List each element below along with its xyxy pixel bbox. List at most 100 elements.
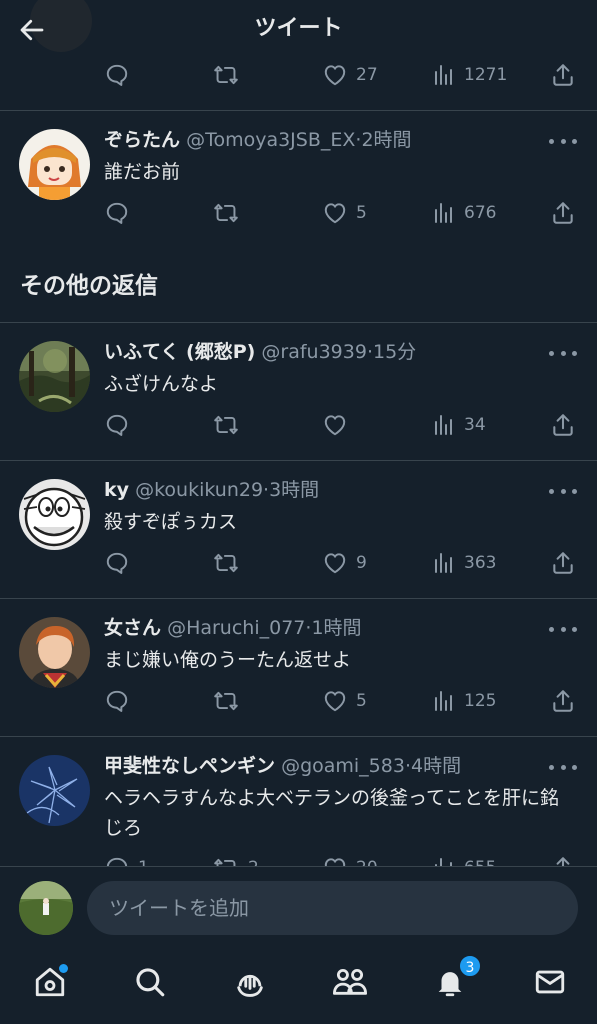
views-button[interactable]: 1271 [432,60,507,90]
views-button[interactable]: 363 [432,548,496,578]
handle[interactable]: @goami_583 [281,755,405,777]
nav-notifications[interactable]: 3 [430,954,482,1002]
timestamp[interactable]: 3時間 [269,479,319,501]
handle[interactable]: @rafu3939 [261,341,367,363]
handle[interactable]: @koukikun29 [135,479,263,501]
section-title: その他の返信 [20,273,158,299]
my-avatar-icon [19,881,73,935]
share-button[interactable] [550,60,576,90]
tweet-text: ふざけんなよ [104,373,219,395]
tweet-header: ぞらたん @Tomoya3JSB_EX·2時間 [104,126,537,154]
like-icon [322,688,348,714]
like-button[interactable]: 9 [322,548,367,578]
umaru-avatar-icon [19,129,90,200]
views-icon [432,689,456,713]
avatar[interactable] [19,755,90,826]
communities-icon [332,968,367,995]
tweet-text: まじ嫌い俺のうーたん返せよ [104,649,352,671]
avatar[interactable] [19,129,90,200]
share-button[interactable] [550,198,576,228]
handle[interactable]: @Tomoya3JSB_EX [186,129,355,151]
reply-tweet[interactable]: いふてく (郷愁P) @rafu3939·15分 ふざけんなよ 34 [0,323,597,461]
more-options-button[interactable] [549,343,577,363]
avatar[interactable] [19,341,90,412]
share-button[interactable] [550,686,576,716]
retweet-button[interactable] [212,60,248,90]
tweet-text: ヘラヘラすんなよ大ベテランの後釜ってことを肝に銘じろ [104,787,560,839]
share-icon [550,62,576,88]
reply-icon [104,62,130,88]
blue-lily-avatar-icon [19,755,90,826]
nav-home[interactable] [30,962,70,1002]
display-name[interactable]: いふてく (郷愁P) [104,341,255,363]
more-options-button[interactable] [549,131,577,151]
spaces-icon [237,974,263,997]
timestamp[interactable]: 1時間 [311,617,361,639]
display-name[interactable]: 女さん [104,617,161,639]
retweet-button[interactable] [212,548,248,578]
retweet-button[interactable] [212,410,248,440]
nav-messages[interactable] [530,962,570,1002]
reply-composer [0,866,597,948]
more-options-button[interactable] [549,481,577,501]
share-button[interactable] [550,548,576,578]
reply-button[interactable] [104,198,138,228]
notification-badge: 3 [458,954,482,978]
like-button[interactable]: 27 [322,60,378,90]
tweet-actions-top: 27 1271 [104,60,584,90]
tweet-header: ky @koukikun29·3時間 [104,476,537,504]
share-button[interactable] [550,410,576,440]
share-icon [550,200,576,226]
display-name[interactable]: ky [104,479,129,501]
reply-tweet[interactable]: ぞらたん @Tomoya3JSB_EX·2時間 誰だお前 5 676 [0,111,597,261]
retweet-icon [212,62,240,88]
reply-button[interactable] [104,686,138,716]
display-name[interactable]: 甲斐性なしペンギン [104,755,275,777]
like-button[interactable]: 5 [322,198,367,228]
display-name[interactable]: ぞらたん [104,129,180,151]
retweet-icon [212,550,240,576]
views-icon [432,551,456,575]
timestamp[interactable]: 15分 [373,341,416,363]
more-options-button[interactable] [549,619,577,639]
reply-icon [104,200,130,226]
nav-communities[interactable] [330,962,370,1002]
tweet-header: いふてく (郷愁P) @rafu3939·15分 [104,338,537,366]
views-icon [432,63,456,87]
avatar[interactable] [19,479,90,550]
tweet-actions: 5 125 [104,686,584,716]
my-avatar[interactable] [19,881,73,935]
reply-button[interactable] [104,410,138,440]
timestamp[interactable]: 2時間 [361,129,411,151]
retweet-icon [212,688,240,714]
manga-robot-avatar-icon [19,479,90,550]
reply-icon [104,550,130,576]
tweet-actions: 9 363 [104,548,584,578]
like-button[interactable]: 5 [322,686,367,716]
timestamp[interactable]: 4時間 [411,755,461,777]
nav-spaces[interactable] [230,962,270,1002]
nav-search[interactable] [130,962,170,1002]
like-button[interactable] [322,410,356,440]
like-icon [322,412,348,438]
share-icon [550,412,576,438]
top-bar: ツイート [0,0,597,58]
avatar[interactable] [19,617,90,688]
page-title: ツイート [254,16,343,41]
views-button[interactable]: 125 [432,686,496,716]
retweet-icon [212,200,240,226]
reply-button[interactable] [104,60,138,90]
views-icon [432,413,456,437]
handle[interactable]: @Haruchi_077 [167,617,305,639]
red-haired-boy-avatar-icon [19,617,90,688]
retweet-button[interactable] [212,198,248,228]
retweet-button[interactable] [212,686,248,716]
reply-tweet[interactable]: ky @koukikun29·3時間 殺すぞぽぅカス 9 363 [0,461,597,599]
reply-button[interactable] [104,548,138,578]
views-button[interactable]: 676 [432,198,496,228]
more-options-button[interactable] [549,757,577,777]
reply-input[interactable] [87,881,578,935]
reply-icon [104,688,130,714]
views-button[interactable]: 34 [432,410,486,440]
reply-tweet[interactable]: 女さん @Haruchi_077·1時間 まじ嫌い俺のうーたん返せよ 5 125 [0,599,597,737]
